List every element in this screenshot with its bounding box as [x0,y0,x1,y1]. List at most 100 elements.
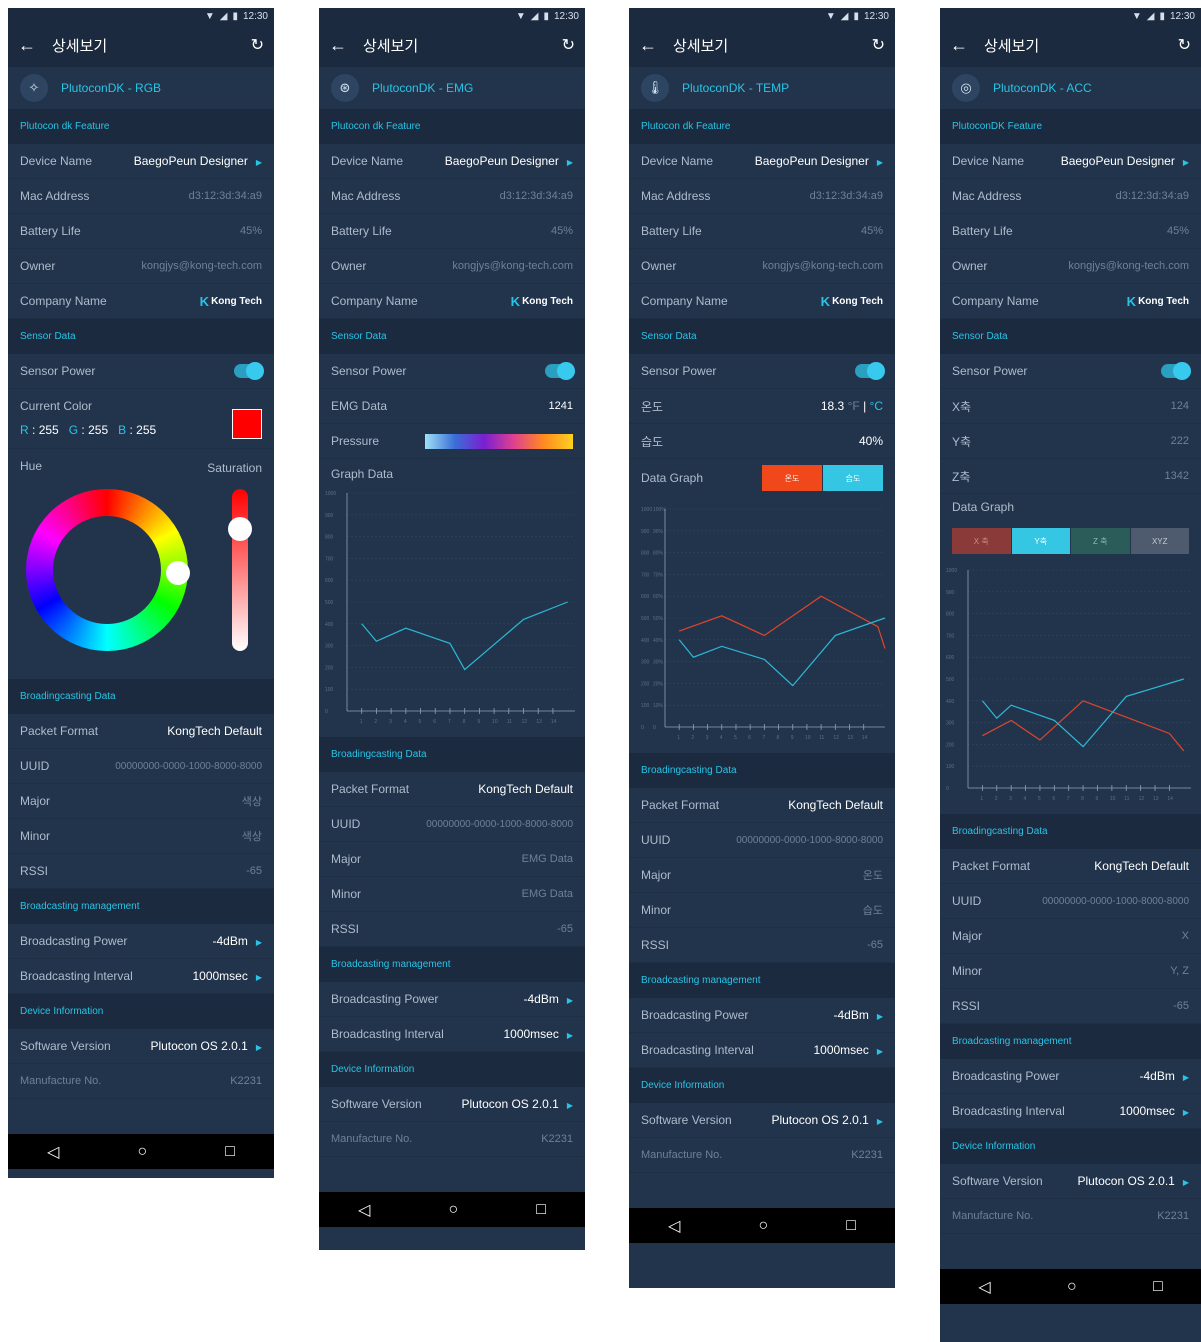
company-label: Company Name [20,294,107,308]
sensor-power-label: Sensor Power [20,364,96,378]
kongtech-logo: K Kong Tech [1126,293,1189,309]
pulse-icon: ⊛ [331,74,359,102]
packet-format-row: Packet Format KongTech Default [940,849,1201,884]
y-tick-label: 500 [946,677,955,683]
sensor-power-toggle[interactable] [234,362,264,380]
nav-recents-icon[interactable]: □ [1153,1278,1163,1296]
owner-row: Owner kongjys@kong-tech.com [940,249,1201,284]
saturation-handle[interactable] [228,517,252,541]
nav-back-icon[interactable]: ◁ [978,1277,990,1297]
series-line [361,601,568,671]
battery-label: Battery Life [20,224,81,238]
y-tick-label-right: 100% [653,507,666,513]
broadcasting-interval-row[interactable]: Broadcasting Interval 1000msec ▶ [940,1094,1201,1129]
nav-recents-icon[interactable]: □ [225,1143,235,1161]
back-arrow-icon[interactable]: ← [950,35,976,56]
software-version-row[interactable]: Software Version Plutocon OS 2.0.1 ▶ [8,1029,274,1064]
unit-f-toggle[interactable]: °F [848,399,860,413]
broadcasting-interval-row[interactable]: Broadcasting Interval 1000msec ▶ [319,1017,585,1052]
device-name-row[interactable]: Device Name BaegoPeun Designer ▶ [319,144,585,179]
software-version-row[interactable]: Software Version Plutocon OS 2.0.1 ▶ [629,1103,895,1138]
device-name-row[interactable]: Device Name BaegoPeun Designer ▶ [940,144,1201,179]
section-feature: PlutoconDK Feature [940,109,1201,144]
nav-home-icon[interactable]: ○ [448,1201,458,1219]
refresh-icon[interactable]: ↻ [562,35,575,55]
hue-handle[interactable] [166,561,190,585]
nav-home-icon[interactable]: ○ [758,1217,768,1235]
major-row: Major EMG Data [319,842,585,877]
uuid-row: UUID 00000000-0000-1000-8000-8000 [8,749,274,784]
x-tick-label: 5 [419,719,422,725]
sensor-power-toggle[interactable] [545,362,575,380]
nav-recents-icon[interactable]: □ [536,1201,546,1219]
broadcasting-interval-row[interactable]: Broadcasting Interval 1000msec ▶ [8,959,274,994]
temp-chart: 0 0 100 10% 200 20% 300 30% 400 40% 500 50% 600 60% 70… [629,497,895,753]
thermometer-icon: 🌡 [641,74,669,102]
nav-back-icon[interactable]: ◁ [358,1200,370,1220]
sensor-power-toggle[interactable] [855,362,885,380]
wifi-icon: ▼ [515,11,526,22]
xyz-button[interactable]: XYZ [1130,528,1189,554]
broadcasting-power-row[interactable]: Broadcasting Power -4dBm ▶ [8,924,274,959]
hue-wheel[interactable] [26,489,190,651]
nav-back-icon[interactable]: ◁ [47,1142,59,1162]
y-tick-label: 800 [325,535,334,541]
broadcasting-power-row[interactable]: Broadcasting Power -4dBm ▶ [629,998,895,1033]
y-tick-label: 900 [325,513,334,519]
major-row: Major 온도 [629,858,895,893]
device-name-row[interactable]: Device Name BaegoPeun Designer ▶ [629,144,895,179]
nav-home-icon[interactable]: ○ [1067,1278,1077,1296]
battery-icon: ▮ [232,11,238,22]
y-tick-label: 400 [325,622,334,628]
x-tick-label: 5 [1038,796,1041,802]
broadcasting-interval-row[interactable]: Broadcasting Interval 1000msec ▶ [629,1033,895,1068]
app-bar: ← 상세보기 ↻ [940,25,1201,65]
refresh-icon[interactable]: ↻ [1178,35,1191,55]
nav-back-icon[interactable]: ◁ [668,1216,680,1236]
packet-format-row: Packet Format KongTech Default [319,772,585,807]
broadcasting-power-row[interactable]: Broadcasting Power -4dBm ▶ [940,1059,1201,1094]
refresh-icon[interactable]: ↻ [251,35,264,55]
y-tick-label: 400 [946,699,955,705]
back-arrow-icon[interactable]: ← [329,35,355,56]
color-swatch[interactable] [232,409,262,439]
y-tick-label: 600 [641,594,650,600]
back-arrow-icon[interactable]: ← [639,35,665,56]
refresh-icon[interactable]: ↻ [872,35,885,55]
broadcasting-power-row[interactable]: Broadcasting Power -4dBm ▶ [319,982,585,1017]
back-arrow-icon[interactable]: ← [18,35,44,56]
device-header: 🌡 PlutoconDK - TEMP [629,65,895,109]
sensor-power-row: Sensor Power [629,354,895,389]
unit-c-toggle[interactable]: °C [870,399,883,413]
x-tick-label: 4 [720,735,723,741]
screen-temp: ▼ ◢ ▮ 12:30 ← 상세보기 ↻ 🌡 PlutoconDK - TEMP P… [629,8,895,1288]
z-axis-button[interactable]: Z 축 [1071,528,1130,554]
temp-line-chart: 0 0 100 10% 200 20% 300 30% 400 40% 500 50% 600 60% 70… [641,507,886,741]
temp-graph-button[interactable]: 온도 [762,465,822,491]
chevron-right-icon: ▶ [1182,1073,1189,1082]
nav-recents-icon[interactable]: □ [846,1217,856,1235]
x-tick-label: 13 [1153,796,1159,802]
x-tick-label: 14 [862,735,868,741]
y-tick-label: 0 [325,709,328,715]
device-name-label: Device Name [20,154,93,168]
y-tick-label-right: 50% [653,616,664,622]
software-version-row[interactable]: Software Version Plutocon OS 2.0.1 ▶ [319,1087,585,1122]
y-tick-label: 100 [946,764,955,770]
kongtech-logo: K Kong Tech [199,293,262,309]
humidity-graph-button[interactable]: 습도 [823,465,883,491]
software-version-row[interactable]: Software Version Plutocon OS 2.0.1 ▶ [940,1164,1201,1199]
sensor-power-toggle[interactable] [1161,362,1191,380]
y-axis-button[interactable]: Y축 [1011,528,1070,554]
x-axis-button[interactable]: X 축 [952,528,1011,554]
saturation-slider[interactable] [228,489,252,651]
x-tick-label: 13 [848,735,854,741]
lightbulb-icon: ✧ [20,74,48,102]
owner-row: Owner kongjys@kong-tech.com [629,249,895,284]
chevron-right-icon: ▶ [255,158,262,167]
x-tick-label: 9 [477,719,480,725]
signal-icon: ◢ [219,11,228,22]
device-name-row[interactable]: Device Name BaegoPeun Designer ▶ [8,144,274,179]
data-graph-label: Data Graph [952,500,1015,514]
nav-home-icon[interactable]: ○ [137,1143,147,1161]
